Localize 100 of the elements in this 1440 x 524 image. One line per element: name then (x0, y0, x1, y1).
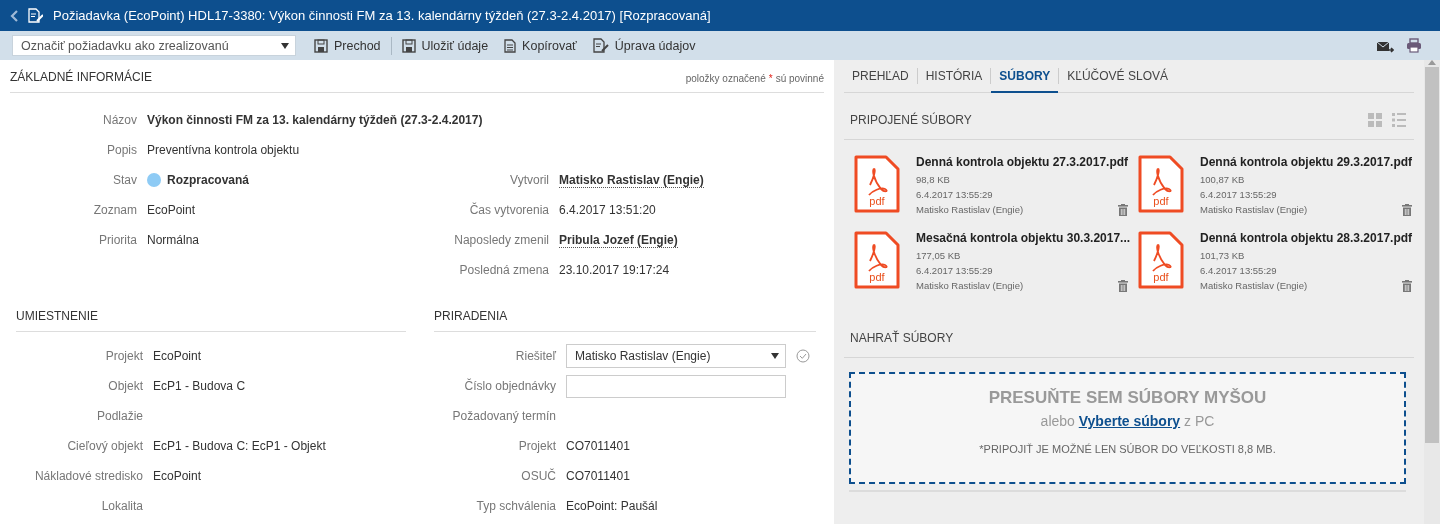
field-value: CO7011401 (566, 439, 630, 453)
status-value: Rozpracovaná (167, 173, 250, 187)
field-label: Stav (112, 173, 137, 187)
file-type-label: pdf (1153, 271, 1169, 285)
field-value: 23.10.2017 19:17:24 (559, 263, 670, 277)
drop-zone-title: PRESUŇTE SEM SÚBORY MYŠOU (988, 388, 1267, 408)
required-note: položky označené (685, 73, 766, 84)
field-value: EcoPoint (147, 203, 196, 217)
field-label: Nákladové stredisko (33, 469, 143, 483)
field-label: Zoznam (92, 203, 137, 217)
field-value: EcoPoint: Paušál (566, 499, 658, 513)
field-value: 6.4.2017 13:51:20 (559, 203, 656, 217)
file-size: 177,05 KB (916, 249, 962, 263)
required-mark: * (768, 73, 773, 84)
tab[interactable]: HISTÓRIA (917, 60, 991, 93)
file-author: Matisko Rastislav (Engie) (1200, 203, 1308, 217)
file-type-label: pdf (869, 195, 885, 209)
file-icon[interactable]: pdf (854, 231, 900, 289)
person-link[interactable]: Matisko Rastislav (Engie) (559, 172, 704, 188)
field-label: Popis (105, 143, 137, 157)
field-label: Naposledy zmenil (453, 233, 549, 247)
field-label: Podlažie (95, 409, 143, 423)
document-icon (504, 38, 517, 53)
required-note: sú povinné (775, 73, 824, 84)
field-value: Preventívna kontrola objektu (147, 143, 300, 157)
field-value: CO7011401 (566, 469, 630, 483)
trash-icon[interactable] (1402, 203, 1412, 216)
file-icon[interactable]: pdf (1138, 231, 1184, 289)
window-title: Požiadavka (EcoPoint) HDL17-3380: Výkon činnosti FM za 13. kalendárny týždeň (27.3-2.4.2017) [Rozpracovaná] (53, 8, 711, 23)
field-label: Objekt (107, 379, 143, 393)
field-label: Projekt (517, 439, 556, 453)
floppy-icon (314, 38, 328, 53)
choose-files-link[interactable]: Vyberte súbory (1078, 413, 1181, 429)
scrollbar-thumb[interactable] (1425, 67, 1439, 443)
field-label: Vytvoril (509, 173, 549, 187)
field-value: EcoPoint (153, 349, 202, 363)
section-title: PRIRADENIA (434, 309, 508, 323)
field-label: Projekt (104, 349, 143, 363)
file-author: Matisko Rastislav (Engie) (1200, 279, 1308, 293)
file-name[interactable]: Denná kontrola objektu 29.3.2017.pdf (1200, 155, 1412, 169)
trash-icon[interactable] (1118, 279, 1128, 292)
file-date: 6.4.2017 13:55:29 (1200, 188, 1278, 202)
field-value: Normálna (147, 233, 200, 247)
file-icon[interactable]: pdf (854, 155, 900, 213)
file-author: Matisko Rastislav (Engie) (916, 279, 1024, 293)
field-label: Riešiteľ (514, 349, 556, 363)
file-date: 6.4.2017 13:55:29 (1200, 264, 1278, 278)
section-title: ZÁKLADNÉ INFORMÁCIE (10, 70, 153, 84)
action-dropdown[interactable]: Označiť požiadavku ako zrealizovanú (12, 35, 296, 56)
section-title: NAHRAŤ SÚBORY (850, 331, 954, 345)
trash-icon[interactable] (1402, 279, 1412, 292)
field-value: EcP1 - Budova C (153, 379, 246, 393)
file-date: 6.4.2017 13:55:29 (916, 264, 994, 278)
size-limit-note: *PRIPOJIŤ JE MOŽNÉ LEN SÚBOR DO VEĽKOSTI 8,8 MB. (979, 443, 1276, 455)
file-name[interactable]: Mesačná kontrola objektu 30.3.2017... (916, 231, 1128, 245)
file-icon[interactable]: pdf (1138, 155, 1184, 213)
file-type-label: pdf (1153, 195, 1169, 209)
field-value: Výkon činnosti FM za 13. kalendárny týždeň (27.3-2.4.2017) (147, 113, 483, 127)
file-name[interactable]: Denná kontrola objektu 27.3.2017.pdf (916, 155, 1128, 169)
toolbar-button[interactable]: Prechod (306, 33, 389, 58)
file-name[interactable]: Denná kontrola objektu 28.3.2017.pdf (1200, 231, 1412, 245)
caret-icon (771, 353, 779, 359)
printer-icon[interactable] (1406, 38, 1422, 53)
scrollbar[interactable] (1424, 60, 1440, 524)
file-size: 98,8 KB (916, 173, 951, 187)
chevron-left-icon[interactable] (10, 9, 18, 22)
trash-icon[interactable] (1118, 203, 1128, 216)
field-label: OSUČ (520, 469, 556, 483)
tab[interactable]: PREHĽAD (844, 60, 917, 93)
field-value: EcoPoint (153, 469, 202, 483)
field-label: Priorita (98, 233, 137, 247)
caret-icon (281, 42, 289, 49)
field-label: Cieľový objekt (66, 439, 143, 453)
choose-files-text: alebo Vyberte súbory z PC (1040, 413, 1215, 429)
field-label: Lokalita (100, 499, 143, 513)
field-label: Názov (102, 113, 137, 127)
check-circle-icon[interactable] (796, 349, 810, 363)
tab[interactable]: KĽÚČOVÉ SLOVÁ (1059, 60, 1176, 93)
toolbar-button[interactable]: Úprava údajov (584, 33, 704, 58)
toolbar-button[interactable]: Uložiť údaje (393, 33, 497, 58)
person-link[interactable]: Pribula Jozef (Engie) (559, 232, 678, 248)
section-title: PRIPOJENÉ SÚBORY (850, 113, 972, 127)
file-size: 101,73 KB (1200, 249, 1246, 263)
edit-document-icon (592, 38, 609, 53)
file-date: 6.4.2017 13:55:29 (916, 188, 994, 202)
field-value: EcP1 - Budova C: EcP1 - Objekt (153, 439, 326, 453)
file-author: Matisko Rastislav (Engie) (916, 203, 1024, 217)
section-title: UMIESTNENIE (16, 309, 98, 323)
file-type-label: pdf (869, 271, 885, 285)
field-label: Typ schválenia (475, 499, 556, 513)
file-size: 100,87 KB (1200, 173, 1246, 187)
assignee-dropdown[interactable]: Matisko Rastislav (Engie) (566, 344, 786, 368)
input-field[interactable] (566, 374, 786, 398)
field-label: Požadovaný termín (451, 409, 556, 423)
field-label: Čas vytvorenia (468, 203, 549, 217)
floppy-icon (401, 38, 416, 53)
field-label: Posledná zmena (458, 263, 549, 277)
toolbar-button[interactable]: Kopírovať (496, 33, 585, 58)
edit-document-icon (28, 8, 43, 23)
drop-zone[interactable]: PRESUŇTE SEM SÚBORY MYŠOU alebo Vyberte súbory z PC *PRIPOJIŤ JE MOŽNÉ LEN SÚBOR DO VEĽKOSTI 8,8 MB. (849, 372, 1406, 484)
